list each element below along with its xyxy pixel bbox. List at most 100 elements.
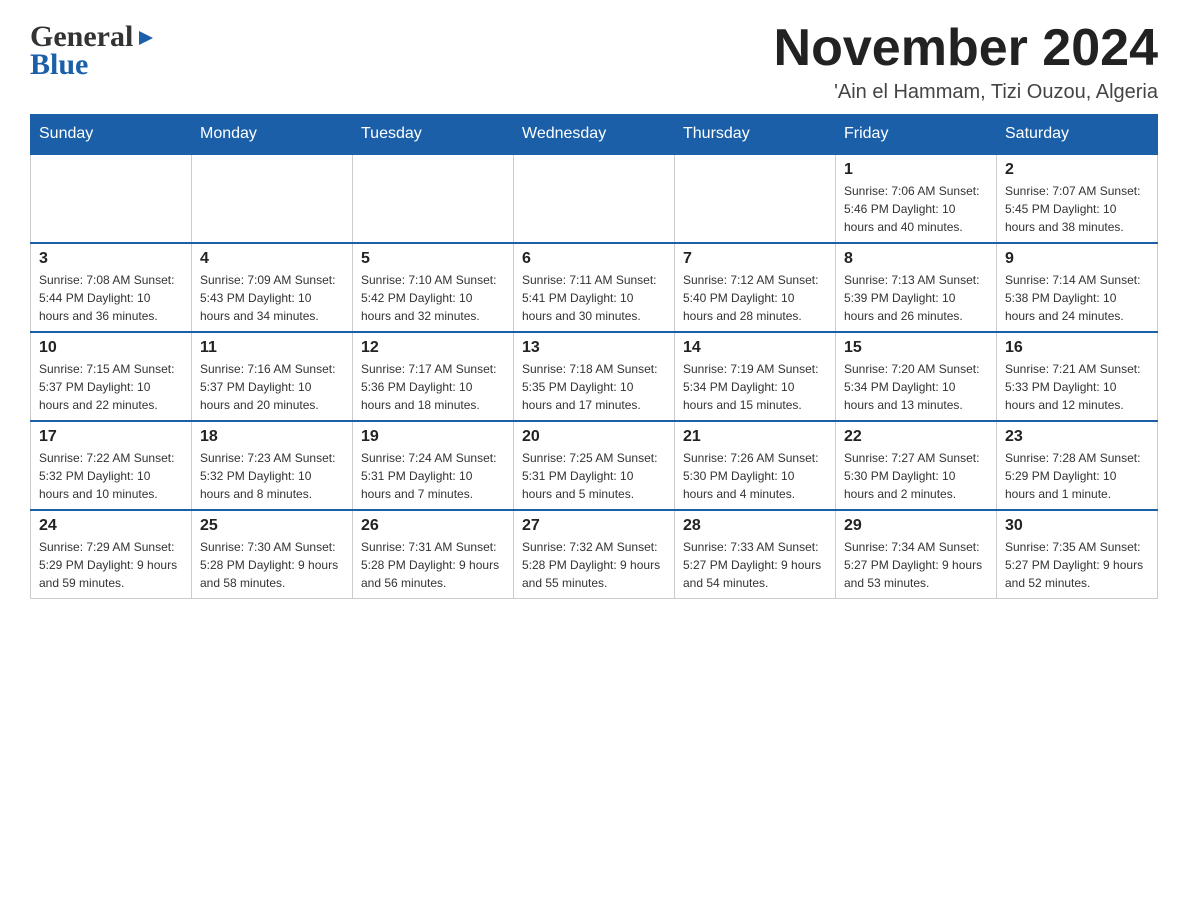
calendar-cell: 19 Sunrise: 7:24 AM Sunset: 5:31 PM Dayli… [353, 421, 514, 510]
calendar-cell: 22 Sunrise: 7:27 AM Sunset: 5:30 PM Dayli… [836, 421, 997, 510]
calendar-cell: 14Sunrise: 7:19 AM Sunset: 5:34 PM Dayli… [675, 332, 836, 421]
week-row-1: 1 Sunrise: 7:06 AM Sunset: 5:46 PM Daylig… [31, 154, 1158, 243]
calendar-cell: 4Sunrise: 7:09 AM Sunset: 5:43 PM Daylig… [192, 243, 353, 332]
day-info: Sunrise: 7:28 AM Sunset: 5:29 PM Dayligh… [1005, 449, 1149, 503]
calendar-table: SundayMondayTuesdayWednesdayThursdayFrid… [30, 114, 1158, 599]
header-monday: Monday [192, 115, 353, 155]
day-number: 27 [522, 517, 666, 535]
day-info: Sunrise: 7:10 AM Sunset: 5:42 PM Dayligh… [361, 271, 505, 325]
calendar-cell: 23Sunrise: 7:28 AM Sunset: 5:29 PM Dayli… [997, 421, 1158, 510]
week-row-4: 17Sunrise: 7:22 AM Sunset: 5:32 PM Dayli… [31, 421, 1158, 510]
day-info: Sunrise: 7:23 AM Sunset: 5:32 PM Dayligh… [200, 449, 344, 503]
day-number: 3 [39, 250, 183, 268]
day-number: 5 [361, 250, 505, 268]
day-info: Sunrise: 7:07 AM Sunset: 5:45 PM Dayligh… [1005, 182, 1149, 236]
day-number: 11 [200, 339, 344, 357]
day-info: Sunrise: 7:24 AM Sunset: 5:31 PM Dayligh… [361, 449, 505, 503]
day-number: 16 [1005, 339, 1149, 357]
day-info: Sunrise: 7:20 AM Sunset: 5:34 PM Dayligh… [844, 360, 988, 414]
week-row-2: 3Sunrise: 7:08 AM Sunset: 5:44 PM Daylig… [31, 243, 1158, 332]
day-number: 26 [361, 517, 505, 535]
logo-triangle-icon [135, 27, 157, 49]
day-number: 2 [1005, 161, 1149, 179]
day-number: 4 [200, 250, 344, 268]
day-info: Sunrise: 7:27 AM Sunset: 5:30 PM Dayligh… [844, 449, 988, 503]
day-number: 7 [683, 250, 827, 268]
header-friday: Friday [836, 115, 997, 155]
calendar-cell: 5 Sunrise: 7:10 AM Sunset: 5:42 PM Daylig… [353, 243, 514, 332]
calendar-cell: 2 Sunrise: 7:07 AM Sunset: 5:45 PM Daylig… [997, 154, 1158, 243]
calendar-cell: 16 Sunrise: 7:21 AM Sunset: 5:33 PM Dayli… [997, 332, 1158, 421]
calendar-header-row: SundayMondayTuesdayWednesdayThursdayFrid… [31, 115, 1158, 155]
calendar-cell: 1 Sunrise: 7:06 AM Sunset: 5:46 PM Daylig… [836, 154, 997, 243]
header-saturday: Saturday [997, 115, 1158, 155]
calendar-cell [192, 154, 353, 243]
day-info: Sunrise: 7:25 AM Sunset: 5:31 PM Dayligh… [522, 449, 666, 503]
day-number: 20 [522, 428, 666, 446]
day-info: Sunrise: 7:17 AM Sunset: 5:36 PM Dayligh… [361, 360, 505, 414]
day-info: Sunrise: 7:21 AM Sunset: 5:33 PM Dayligh… [1005, 360, 1149, 414]
calendar-cell: 30 Sunrise: 7:35 AM Sunset: 5:27 PM Dayli… [997, 510, 1158, 599]
calendar-cell: 7 Sunrise: 7:12 AM Sunset: 5:40 PM Daylig… [675, 243, 836, 332]
day-info: Sunrise: 7:14 AM Sunset: 5:38 PM Dayligh… [1005, 271, 1149, 325]
day-info: Sunrise: 7:29 AM Sunset: 5:29 PM Dayligh… [39, 538, 183, 592]
day-number: 29 [844, 517, 988, 535]
calendar-cell [31, 154, 192, 243]
calendar-cell: 6Sunrise: 7:11 AM Sunset: 5:41 PM Daylig… [514, 243, 675, 332]
day-info: Sunrise: 7:31 AM Sunset: 5:28 PM Dayligh… [361, 538, 505, 592]
day-info: Sunrise: 7:15 AM Sunset: 5:37 PM Dayligh… [39, 360, 183, 414]
day-number: 13 [522, 339, 666, 357]
day-number: 30 [1005, 517, 1149, 535]
day-info: Sunrise: 7:13 AM Sunset: 5:39 PM Dayligh… [844, 271, 988, 325]
calendar-cell: 24 Sunrise: 7:29 AM Sunset: 5:29 PM Dayli… [31, 510, 192, 599]
month-title: November 2024 [774, 20, 1158, 77]
day-info: Sunrise: 7:18 AM Sunset: 5:35 PM Dayligh… [522, 360, 666, 414]
calendar-cell: 9 Sunrise: 7:14 AM Sunset: 5:38 PM Daylig… [997, 243, 1158, 332]
day-number: 25 [200, 517, 344, 535]
calendar-cell: 27 Sunrise: 7:32 AM Sunset: 5:28 PM Dayli… [514, 510, 675, 599]
header-tuesday: Tuesday [353, 115, 514, 155]
calendar-cell: 13 Sunrise: 7:18 AM Sunset: 5:35 PM Dayli… [514, 332, 675, 421]
day-info: Sunrise: 7:32 AM Sunset: 5:28 PM Dayligh… [522, 538, 666, 592]
header-wednesday: Wednesday [514, 115, 675, 155]
day-number: 24 [39, 517, 183, 535]
page-header: General Blue November 2024 'Ain el Hamma… [30, 20, 1158, 104]
day-info: Sunrise: 7:30 AM Sunset: 5:28 PM Dayligh… [200, 538, 344, 592]
day-info: Sunrise: 7:33 AM Sunset: 5:27 PM Dayligh… [683, 538, 827, 592]
location-text: 'Ain el Hammam, Tizi Ouzou, Algeria [774, 81, 1158, 104]
title-block: November 2024 'Ain el Hammam, Tizi Ouzou… [774, 20, 1158, 104]
calendar-cell: 20 Sunrise: 7:25 AM Sunset: 5:31 PM Dayli… [514, 421, 675, 510]
logo-blue-text: Blue [30, 48, 88, 82]
calendar-cell [675, 154, 836, 243]
week-row-5: 24 Sunrise: 7:29 AM Sunset: 5:29 PM Dayli… [31, 510, 1158, 599]
day-number: 22 [844, 428, 988, 446]
calendar-cell: 28 Sunrise: 7:33 AM Sunset: 5:27 PM Dayli… [675, 510, 836, 599]
day-info: Sunrise: 7:22 AM Sunset: 5:32 PM Dayligh… [39, 449, 183, 503]
day-number: 1 [844, 161, 988, 179]
day-number: 18 [200, 428, 344, 446]
calendar-cell: 11 Sunrise: 7:16 AM Sunset: 5:37 PM Dayli… [192, 332, 353, 421]
day-number: 8 [844, 250, 988, 268]
day-info: Sunrise: 7:12 AM Sunset: 5:40 PM Dayligh… [683, 271, 827, 325]
calendar-cell: 8 Sunrise: 7:13 AM Sunset: 5:39 PM Daylig… [836, 243, 997, 332]
day-number: 21 [683, 428, 827, 446]
calendar-cell: 29 Sunrise: 7:34 AM Sunset: 5:27 PM Dayli… [836, 510, 997, 599]
day-number: 19 [361, 428, 505, 446]
calendar-cell: 15Sunrise: 7:20 AM Sunset: 5:34 PM Dayli… [836, 332, 997, 421]
calendar-cell: 3Sunrise: 7:08 AM Sunset: 5:44 PM Daylig… [31, 243, 192, 332]
header-thursday: Thursday [675, 115, 836, 155]
logo: General Blue [30, 20, 157, 82]
day-info: Sunrise: 7:06 AM Sunset: 5:46 PM Dayligh… [844, 182, 988, 236]
calendar-cell: 10 Sunrise: 7:15 AM Sunset: 5:37 PM Dayli… [31, 332, 192, 421]
day-number: 6 [522, 250, 666, 268]
day-info: Sunrise: 7:26 AM Sunset: 5:30 PM Dayligh… [683, 449, 827, 503]
day-info: Sunrise: 7:16 AM Sunset: 5:37 PM Dayligh… [200, 360, 344, 414]
day-number: 28 [683, 517, 827, 535]
header-sunday: Sunday [31, 115, 192, 155]
day-info: Sunrise: 7:34 AM Sunset: 5:27 PM Dayligh… [844, 538, 988, 592]
calendar-cell: 17Sunrise: 7:22 AM Sunset: 5:32 PM Dayli… [31, 421, 192, 510]
day-info: Sunrise: 7:35 AM Sunset: 5:27 PM Dayligh… [1005, 538, 1149, 592]
day-number: 9 [1005, 250, 1149, 268]
day-number: 10 [39, 339, 183, 357]
calendar-cell: 21 Sunrise: 7:26 AM Sunset: 5:30 PM Dayli… [675, 421, 836, 510]
